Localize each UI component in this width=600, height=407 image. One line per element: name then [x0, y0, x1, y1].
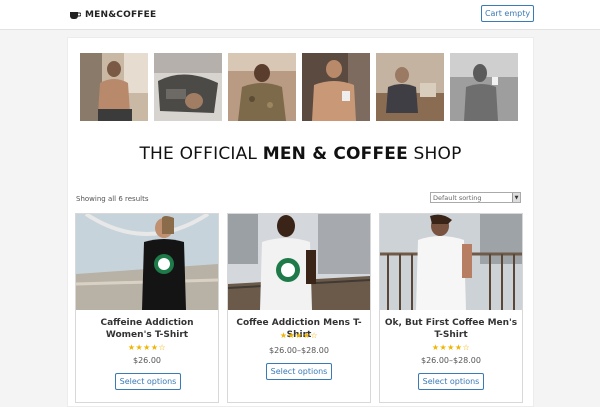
- product-image[interactable]: [228, 214, 370, 310]
- gallery-photo-3[interactable]: [228, 53, 296, 121]
- select-options-button[interactable]: Select options: [266, 363, 332, 380]
- headline-prefix: THE OFFICIAL: [139, 144, 263, 164]
- shop-headline: THE OFFICIAL MEN & COFFEE SHOP: [67, 144, 534, 164]
- gallery-photo-4[interactable]: [302, 53, 370, 121]
- product-price: $26.00–$28.00: [421, 356, 481, 365]
- sort-dropdown[interactable]: Default sorting ▼: [430, 192, 521, 203]
- product-card: Ok, But First Coffee Men's T-Shirt ★★★★☆…: [379, 213, 523, 403]
- result-count: Showing all 6 results: [76, 195, 149, 203]
- product-price: $26.00–$28.00: [269, 346, 329, 355]
- star-rating-icon: ★★★★☆: [431, 343, 471, 352]
- select-options-button[interactable]: Select options: [115, 373, 181, 390]
- product-image[interactable]: [76, 214, 218, 310]
- product-card: Coffee Addiction Mens T-Shirt ★★★★☆ $26.…: [227, 213, 371, 403]
- site-logo[interactable]: MEN&COFFEE: [69, 10, 156, 20]
- product-price: $26.00: [133, 356, 161, 365]
- star-rating-icon: ★★★★☆: [279, 331, 319, 340]
- select-options-button[interactable]: Select options: [418, 373, 484, 390]
- sort-selected-value: Default sorting: [433, 193, 482, 202]
- cart-button[interactable]: Cart empty: [481, 5, 534, 22]
- top-bar: MEN&COFFEE Cart empty: [0, 0, 600, 30]
- product-title[interactable]: Caffeine Addiction Women's T-Shirt: [78, 317, 216, 341]
- coffee-cup-icon: [70, 12, 81, 19]
- product-image[interactable]: [380, 214, 522, 310]
- gallery-photo-6[interactable]: [450, 53, 518, 121]
- star-rating-icon: ★★★★☆: [127, 343, 167, 352]
- product-title[interactable]: Ok, But First Coffee Men's T-Shirt: [382, 317, 520, 341]
- gallery-photo-1[interactable]: [80, 53, 148, 121]
- logo-text: MEN&COFFEE: [85, 10, 157, 20]
- gallery-photo-5[interactable]: [376, 53, 444, 121]
- product-card: Caffeine Addiction Women's T-Shirt ★★★★☆…: [75, 213, 219, 403]
- gallery-photo-2[interactable]: [154, 53, 222, 121]
- headline-suffix: SHOP: [407, 144, 462, 164]
- headline-brand: MEN & COFFEE: [262, 144, 408, 164]
- dropdown-arrow-icon: ▼: [512, 193, 520, 202]
